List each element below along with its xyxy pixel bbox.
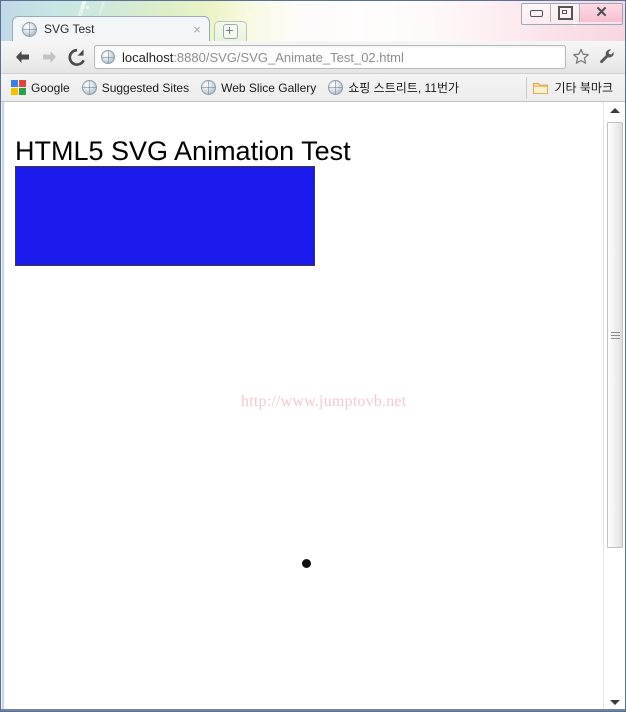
globe-icon xyxy=(328,80,344,95)
svg-animated-dot xyxy=(302,559,311,568)
scrollbar-thumb[interactable] xyxy=(607,122,623,548)
scrollbar-grip-icon xyxy=(610,331,620,339)
other-bookmarks-label: 기타 북마크 xyxy=(554,81,613,95)
tab-svg-test[interactable]: SVG Test × xyxy=(12,16,210,41)
star-icon xyxy=(573,48,589,64)
bookmark-label: 쇼핑 스트리트, 11번가 xyxy=(348,81,460,95)
vertical-scrollbar[interactable] xyxy=(603,102,625,711)
bookmarks-bar: Google Suggested Sites Web Slice Gallery… xyxy=(1,74,625,102)
scroll-up-button[interactable] xyxy=(604,102,625,119)
browser-toolbar: localhost:8880/SVG/SVG_Animate_Test_02.h… xyxy=(1,41,625,74)
reload-icon xyxy=(67,48,85,66)
bookmark-label: Google xyxy=(31,80,70,95)
new-tab-button[interactable] xyxy=(214,21,247,41)
folder-icon xyxy=(533,82,549,94)
other-bookmarks-folder[interactable]: 기타 북마크 xyxy=(526,76,621,99)
tab-strip: SVG Test × xyxy=(1,15,625,41)
scrollbar-track[interactable] xyxy=(604,119,625,694)
reload-button[interactable] xyxy=(63,44,90,71)
omnibox-globe-icon xyxy=(101,50,115,64)
tab-title: SVG Test xyxy=(44,22,95,36)
back-arrow-icon xyxy=(16,51,29,63)
browser-window: ✕ SVG Test × localhost:8880/SVG/SVG_Anim… xyxy=(0,0,626,712)
chrome-menu-button[interactable] xyxy=(594,44,620,70)
chevron-up-icon xyxy=(609,108,620,113)
glass-sparkle-decoration xyxy=(86,6,89,9)
globe-icon xyxy=(81,80,97,95)
bookmark-label: Web Slice Gallery xyxy=(221,80,317,95)
page-title: HTML5 SVG Animation Test xyxy=(15,136,351,167)
address-bar-path: :8880/SVG/SVG_Animate_Test_02.html xyxy=(173,49,404,65)
wrench-icon xyxy=(600,49,614,64)
tab-close-icon[interactable]: × xyxy=(189,23,205,36)
bookmark-shopping-street[interactable]: 쇼핑 스트리트, 11번가 xyxy=(326,78,465,98)
address-bar-url: localhost:8880/SVG/SVG_Animate_Test_02.h… xyxy=(122,50,404,65)
bookmark-star-button[interactable] xyxy=(568,44,594,70)
address-bar[interactable]: localhost:8880/SVG/SVG_Animate_Test_02.h… xyxy=(94,45,566,69)
page-content: HTML5 SVG Animation Test http://www.jump… xyxy=(5,102,603,711)
back-button[interactable] xyxy=(9,44,36,71)
address-bar-host: localhost xyxy=(122,49,174,65)
plus-icon xyxy=(223,24,238,39)
svg-animated-rectangle xyxy=(15,166,315,266)
globe-icon xyxy=(201,80,217,95)
watermark-text: http://www.jumptovb.net xyxy=(241,393,407,410)
bookmark-web-slice-gallery[interactable]: Web Slice Gallery xyxy=(199,78,322,98)
window-bottom-edge xyxy=(1,709,625,711)
forward-button[interactable] xyxy=(36,44,63,71)
bookmark-google[interactable]: Google xyxy=(9,78,76,98)
bookmark-label: Suggested Sites xyxy=(101,80,190,95)
page-viewport: HTML5 SVG Animation Test http://www.jump… xyxy=(1,102,625,711)
globe-icon xyxy=(22,21,37,37)
google-favicon-icon xyxy=(11,80,26,95)
chevron-down-icon xyxy=(609,700,620,705)
forward-arrow-icon xyxy=(43,51,56,63)
bookmark-suggested-sites[interactable]: Suggested Sites xyxy=(80,78,195,98)
